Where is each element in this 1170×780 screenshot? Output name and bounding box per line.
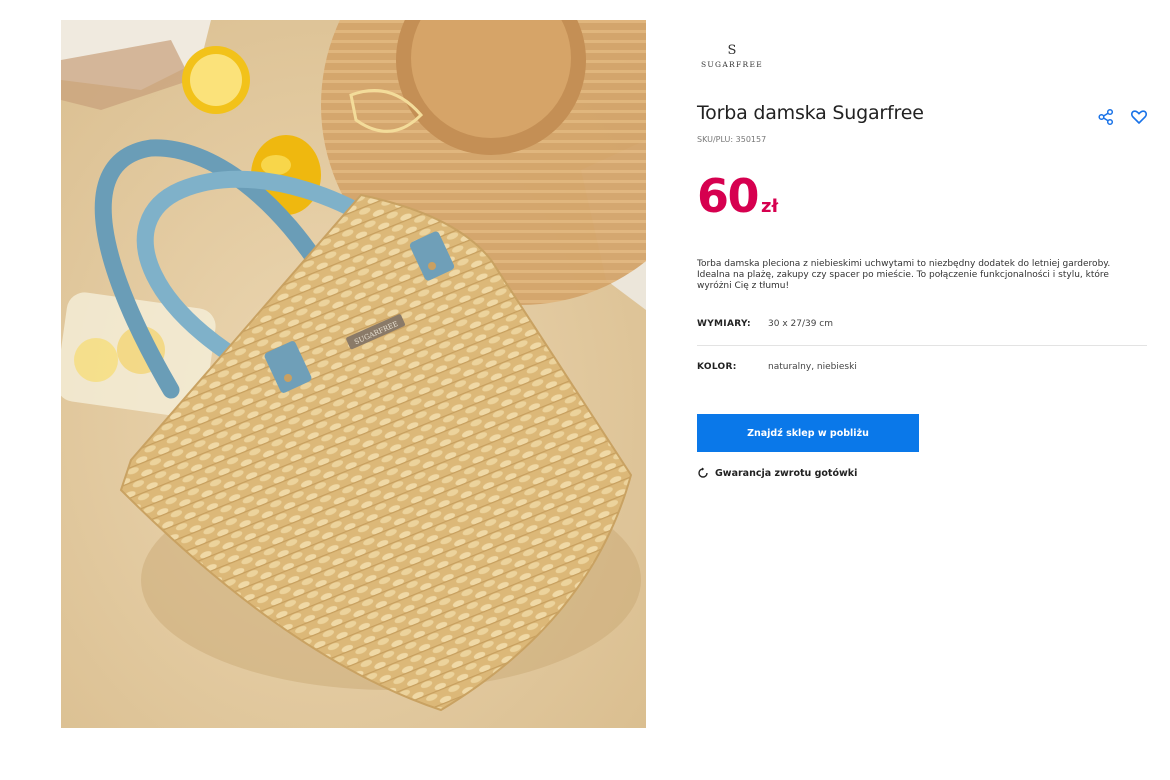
guarantee-label: Gwarancja zwrotu gotówki [715, 467, 858, 479]
divider [697, 345, 1147, 346]
attribute-color: KOLOR: naturalny, niebieski [697, 362, 1147, 372]
share-icon[interactable] [1097, 108, 1115, 126]
product-photo: SUGARFREE [61, 20, 646, 728]
product-sku: SKU/PLU: 350157 [697, 135, 767, 144]
product-price: 60 zł [697, 168, 778, 224]
heart-icon[interactable] [1130, 108, 1148, 126]
product-title: Torba damska Sugarfree [697, 102, 924, 124]
brand-name: SUGARFREE [700, 60, 763, 69]
brand-logo[interactable]: S SUGARFREE [697, 43, 767, 70]
price-currency: zł [761, 196, 779, 217]
attribute-label: KOLOR: [697, 362, 737, 372]
attribute-dimensions: WYMIARY: 30 x 27/39 cm [697, 319, 1147, 329]
brand-mark: S [727, 43, 737, 58]
attribute-value: naturalny, niebieski [768, 362, 857, 372]
attribute-value: 30 x 27/39 cm [768, 319, 834, 329]
product-image[interactable]: SUGARFREE [61, 20, 646, 728]
find-store-button[interactable]: Znajdź sklep w pobliżu [697, 414, 919, 452]
product-description: Torba damska pleciona z niebieskimi uchw… [697, 259, 1111, 291]
money-back-guarantee[interactable]: Gwarancja zwrotu gotówki [697, 467, 857, 479]
refresh-icon [698, 467, 708, 478]
attribute-label: WYMIARY: [697, 319, 751, 329]
price-value: 60 [697, 169, 760, 223]
